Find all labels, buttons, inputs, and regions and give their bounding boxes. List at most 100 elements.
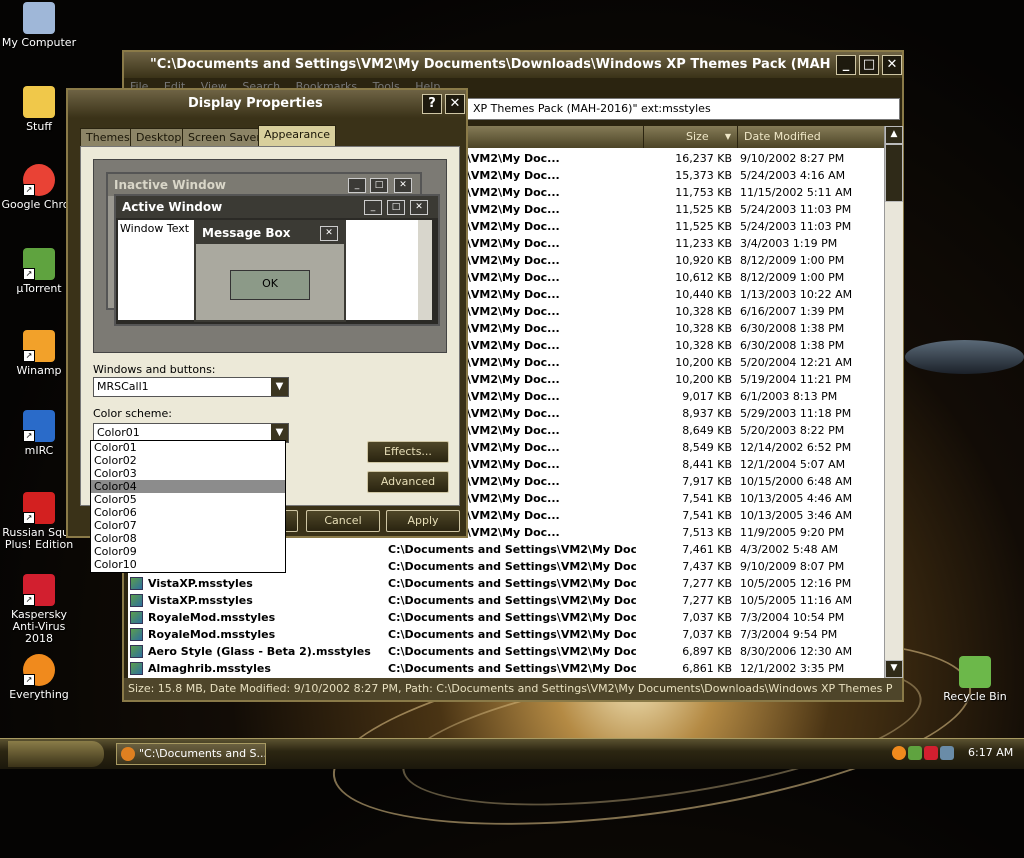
file-folder: C:\Documents and Settings\VM2\My Doc... — [388, 560, 636, 573]
chevron-down-icon[interactable]: ▼ — [271, 378, 288, 396]
file-date: 10/13/2005 3:46 AM — [740, 509, 853, 522]
kaspersky-tray-icon[interactable] — [924, 746, 938, 760]
file-size: 6,897 KB — [682, 645, 732, 658]
color-scheme-option[interactable]: Color10 — [91, 558, 285, 571]
table-row[interactable]: VistaXP.msstyles C:\Documents and Setting… — [128, 592, 886, 609]
file-date: 12/1/2004 5:07 AM — [740, 458, 846, 471]
message-box-preview: Message Box ✕ OK — [194, 220, 346, 322]
color-scheme-dropdown-list[interactable]: Color01 Color02 Color03 Color04 Color05 Color… — [90, 440, 286, 573]
windows-buttons-select[interactable]: MRSCall1 ▼ — [93, 377, 289, 397]
file-size: 10,440 KB — [675, 288, 732, 301]
help-button[interactable]: ? — [422, 94, 442, 114]
file-name: Aero Style (Glass - Beta 2).msstyles — [148, 645, 371, 658]
file-folder: C:\Documents and Settings\VM2\My Doc... — [388, 662, 636, 675]
network-tray-icon[interactable] — [940, 746, 954, 760]
file-size: 6,861 KB — [682, 662, 732, 675]
start-button[interactable] — [8, 741, 104, 767]
utorrent-icon: ↗ — [23, 248, 55, 280]
color-scheme-option[interactable]: Color03 — [91, 467, 285, 480]
file-date: 9/10/2002 8:27 PM — [740, 152, 845, 165]
table-row[interactable]: RoyaleMod.msstyles C:\Documents and Setti… — [128, 626, 886, 643]
file-size: 7,037 KB — [682, 611, 732, 624]
scroll-down-button[interactable]: ▼ — [885, 660, 903, 678]
close-button[interactable]: ✕ — [882, 55, 902, 75]
file-date: 5/20/2004 12:21 AM — [740, 356, 853, 369]
utorrent-tray-icon[interactable] — [908, 746, 922, 760]
color-scheme-option[interactable]: Color02 — [91, 454, 285, 467]
file-name: RoyaleMod.msstyles — [148, 611, 276, 624]
column-size-label: Size — [686, 130, 709, 143]
apply-button[interactable]: Apply — [386, 510, 460, 532]
dialog-close-button[interactable]: ✕ — [445, 94, 465, 114]
scroll-up-button[interactable]: ▲ — [885, 126, 903, 144]
shortcut-arrow-icon: ↗ — [23, 594, 35, 606]
file-date: 11/15/2002 5:11 AM — [740, 186, 853, 199]
file-date: 6/16/2007 1:39 PM — [740, 305, 845, 318]
maximize-button[interactable]: □ — [859, 55, 879, 75]
file-date: 8/30/2006 12:30 AM — [740, 645, 853, 658]
file-size: 7,541 KB — [682, 492, 732, 505]
color-scheme-label: Color scheme: — [93, 407, 172, 420]
file-size: 10,200 KB — [675, 356, 732, 369]
windows-buttons-label: Windows and buttons: — [93, 363, 216, 376]
file-size: 11,233 KB — [675, 237, 732, 250]
color-scheme-option[interactable]: Color07 — [91, 519, 285, 532]
color-scheme-option[interactable]: Color05 — [91, 493, 285, 506]
file-folder: C:\Documents and Settings\VM2\My Doc... — [388, 645, 636, 658]
column-header-modified[interactable]: Date Modified — [738, 126, 886, 148]
desktop-icon[interactable]: ↗ Everything — [0, 654, 78, 701]
file-date: 11/9/2005 9:20 PM — [740, 526, 845, 539]
desktop-icon[interactable]: Recycle Bin — [936, 656, 1014, 703]
desktop-icon[interactable]: My Computer — [0, 2, 78, 49]
color-scheme-option[interactable]: Color04 — [91, 480, 285, 493]
scroll-thumb[interactable] — [885, 144, 903, 202]
clock: 6:17 AM — [968, 746, 1014, 759]
desktop-icon-label: Everything — [9, 688, 69, 701]
file-size: 10,920 KB — [675, 254, 732, 267]
file-size: 11,753 KB — [675, 186, 732, 199]
file-size: 10,612 KB — [675, 271, 732, 284]
active-close-icon: ✕ — [410, 200, 428, 215]
table-row[interactable]: Almaghrib.msstyles C:\Documents and Setti… — [128, 660, 886, 677]
dialog-title: Display Properties — [188, 96, 323, 111]
everything-tray-icon[interactable] — [892, 746, 906, 760]
file-date: 4/3/2002 5:48 AM — [740, 543, 839, 556]
tab-screen-saver[interactable]: Screen Saver — [182, 128, 267, 148]
color-scheme-option[interactable]: Color01 — [91, 441, 285, 454]
display-properties-titlebar[interactable]: Display Properties ? ✕ — [68, 90, 466, 118]
column-header-size[interactable]: Size ▼ — [644, 126, 738, 148]
file-size: 7,277 KB — [682, 594, 732, 607]
file-date: 5/24/2003 11:03 PM — [740, 220, 852, 233]
file-date: 5/20/2003 8:22 PM — [740, 424, 845, 437]
folder-icon — [23, 86, 55, 118]
color-scheme-option[interactable]: Color08 — [91, 532, 285, 545]
color-scheme-option[interactable]: Color06 — [91, 506, 285, 519]
mirc-icon: ↗ — [23, 410, 55, 442]
effects-button[interactable]: Effects... — [367, 441, 449, 463]
inactive-max-icon: □ — [370, 178, 388, 193]
table-row[interactable]: Aero Style (Glass - Beta 2).msstyles C:\D… — [128, 643, 886, 660]
advanced-button[interactable]: Advanced — [367, 471, 449, 493]
shortcut-arrow-icon: ↗ — [23, 184, 35, 196]
preview-scrollbar — [418, 220, 432, 320]
file-icon — [130, 662, 143, 675]
table-row[interactable]: RoyaleMod.msstyles C:\Documents and Setti… — [128, 609, 886, 626]
tab-appearance[interactable]: Appearance — [258, 125, 337, 148]
cancel-button[interactable]: Cancel — [306, 510, 380, 532]
taskbar-search-window[interactable]: "C:\Documents and S... — [116, 743, 266, 765]
tab-themes[interactable]: Themes — [80, 128, 136, 148]
shortcut-arrow-icon: ↗ — [23, 430, 35, 442]
file-size: 16,237 KB — [675, 152, 732, 165]
file-name: Almaghrib.msstyles — [148, 662, 271, 675]
tab-desktop[interactable]: Desktop — [130, 128, 188, 148]
color-scheme-value: Color01 — [97, 426, 140, 439]
color-scheme-option[interactable]: Color09 — [91, 545, 285, 558]
results-scrollbar[interactable]: ▲ ▼ — [884, 126, 903, 678]
search-window-titlebar[interactable]: "C:\Documents and Settings\VM2\My Docume… — [124, 52, 902, 78]
minimize-button[interactable]: _ — [836, 55, 856, 75]
desktop-icon[interactable]: ↗ Kaspersky Anti-Virus 2018 — [0, 574, 78, 645]
my-computer-icon — [23, 2, 55, 34]
table-row[interactable]: VistaXP.msstyles C:\Documents and Setting… — [128, 575, 886, 592]
shortcut-arrow-icon: ↗ — [23, 350, 35, 362]
chrome-icon: ↗ — [23, 164, 55, 196]
